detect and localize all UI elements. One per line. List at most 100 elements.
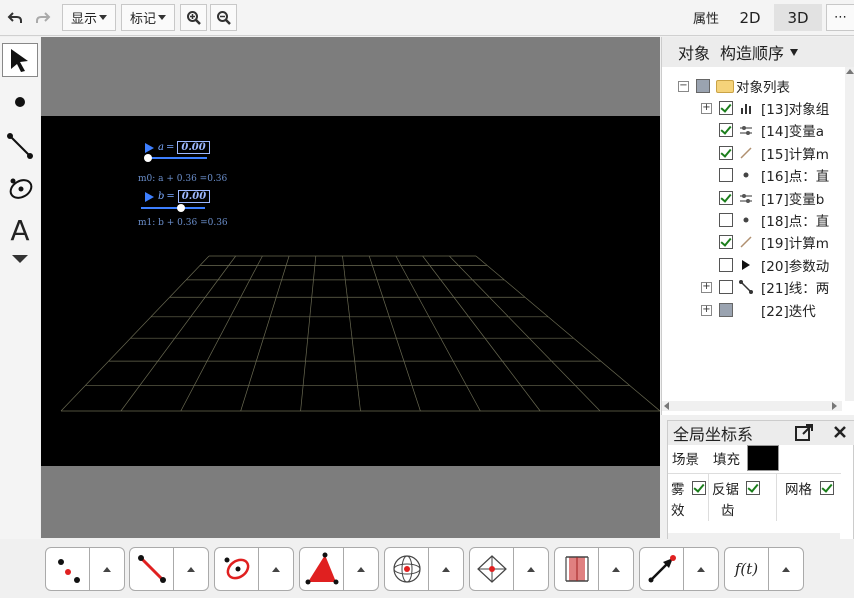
- sphere-tool-icon: [392, 555, 421, 583]
- horizontal-scrollbar[interactable]: [662, 401, 842, 411]
- circle-tool-button[interactable]: [2, 173, 38, 207]
- vector-tool-group[interactable]: [639, 547, 719, 591]
- calc-m1: m1: b + 0.36 =0.36: [138, 218, 228, 228]
- more-tools-button[interactable]: [2, 249, 38, 269]
- visibility-checkbox[interactable]: [719, 123, 733, 138]
- zoom-out-icon: [216, 10, 231, 25]
- tab-properties[interactable]: 属性: [686, 4, 726, 31]
- grid-line: [395, 255, 481, 412]
- function-tool-expand[interactable]: [769, 548, 803, 590]
- text-tool-button[interactable]: A: [2, 213, 38, 247]
- scroll-left-icon[interactable]: [664, 402, 669, 410]
- mark-menu-button[interactable]: 标记: [121, 4, 175, 31]
- point-tool-button[interactable]: [2, 85, 38, 119]
- point-tool-expand[interactable]: [90, 548, 124, 590]
- expand-icon[interactable]: +: [701, 103, 712, 114]
- expand-icon[interactable]: +: [701, 282, 712, 294]
- slider-a-handle[interactable]: [144, 154, 152, 162]
- scroll-up-icon[interactable]: [846, 69, 854, 74]
- visibility-checkbox[interactable]: [719, 213, 733, 227]
- 3d-scene[interactable]: a = 0.00 m0: a + 0.36 =0.36 b = 0.00 m1:…: [41, 116, 660, 466]
- tree-item[interactable]: [17]变量b: [662, 187, 842, 209]
- chevron-down-icon: [99, 15, 107, 20]
- intersect-tool-expand[interactable]: [514, 548, 548, 590]
- segment-tool-button[interactable]: [2, 129, 38, 163]
- zoom-out-button[interactable]: [210, 4, 237, 31]
- slider-a-value-field[interactable]: 0.00: [177, 141, 210, 154]
- antialias-checkbox[interactable]: [746, 481, 760, 495]
- play-icon[interactable]: [145, 191, 154, 202]
- select-tool-button[interactable]: [2, 43, 38, 77]
- slider-b-handle[interactable]: [177, 204, 185, 212]
- play-icon[interactable]: [145, 142, 154, 153]
- tree-item-label: [22]迭代: [761, 303, 816, 320]
- tab-3d[interactable]: 3D: [774, 4, 822, 31]
- tree-item[interactable]: [15]计算m: [662, 142, 842, 164]
- visibility-checkbox[interactable]: [719, 257, 733, 272]
- tree-item[interactable]: + [22]迭代: [662, 299, 842, 321]
- tab-2d[interactable]: 2D: [729, 4, 771, 31]
- properties-panel: 全局坐标系 场景 填充 雾 效 反锯 齿 网格: [667, 420, 854, 548]
- external-link-icon[interactable]: [794, 423, 814, 443]
- chevron-up-icon: [527, 566, 535, 572]
- visibility-checkbox[interactable]: [719, 101, 733, 115]
- tree-item[interactable]: [18]点：直: [662, 209, 842, 231]
- properties-title: 全局坐标系: [673, 425, 754, 444]
- sphere-tool-group[interactable]: [384, 547, 464, 591]
- function-tool-group[interactable]: f(t): [724, 547, 804, 591]
- scene-label: 场景: [672, 452, 699, 468]
- sphere-tool-expand[interactable]: [429, 548, 463, 590]
- intersect-tool-group[interactable]: [469, 547, 549, 591]
- close-icon[interactable]: [833, 425, 847, 439]
- circle-tool-group[interactable]: [214, 547, 294, 591]
- vector-tool-icon: [648, 555, 676, 583]
- graphics-view[interactable]: a = 0.00 m0: a + 0.36 =0.36 b = 0.00 m1:…: [41, 37, 660, 538]
- tree-item[interactable]: [16]点：直: [662, 164, 842, 186]
- order-dropdown[interactable]: 构造顺序: [720, 40, 799, 64]
- slider-b-track[interactable]: [141, 207, 205, 209]
- vertical-scrollbar[interactable]: [845, 67, 854, 401]
- tree-item[interactable]: [14]变量a: [662, 119, 842, 141]
- play-icon: [739, 258, 753, 272]
- collapse-icon[interactable]: −: [678, 81, 689, 92]
- redo-button[interactable]: [32, 4, 54, 31]
- visibility-checkbox[interactable]: [719, 145, 733, 160]
- zoom-in-button[interactable]: [180, 4, 207, 31]
- visibility-checkbox[interactable]: [719, 235, 733, 250]
- vector-tool-expand[interactable]: [684, 548, 718, 590]
- scroll-right-icon[interactable]: [832, 402, 837, 410]
- chevron-up-icon: [612, 566, 620, 572]
- tab-3d-label: 3D: [787, 8, 809, 27]
- expand-icon[interactable]: +: [701, 304, 712, 316]
- slider-b-eq: =: [166, 191, 175, 202]
- tree-root[interactable]: − 对象列表: [662, 75, 842, 97]
- chevron-up-icon: [782, 566, 790, 572]
- slider-a-track[interactable]: [147, 157, 207, 159]
- tree-item[interactable]: + [13]对象组: [662, 97, 842, 119]
- visibility-checkbox[interactable]: [719, 168, 733, 183]
- polygon-tool-group[interactable]: [299, 547, 379, 591]
- circle-tool-expand[interactable]: [259, 548, 293, 590]
- tree-item-label: [14]变量a: [761, 124, 824, 141]
- tree-item[interactable]: [19]计算m: [662, 231, 842, 253]
- slider-b-value-field[interactable]: 0.00: [177, 190, 211, 203]
- visibility-checkbox[interactable]: [719, 190, 733, 205]
- fill-color-swatch[interactable]: [747, 445, 779, 471]
- antialias-label-2: 齿: [721, 503, 735, 519]
- object-panel: 对象 构造顺序 − 对象列表 + [13]对象组 [14]变量a [15]计算m [16…: [661, 37, 854, 415]
- undo-button[interactable]: [4, 4, 26, 31]
- more-button[interactable]: ⋯: [826, 4, 854, 31]
- display-menu-button[interactable]: 显示: [62, 4, 116, 31]
- prism-tool-expand[interactable]: [599, 548, 633, 590]
- line-tool-expand[interactable]: [174, 548, 208, 590]
- tree-item[interactable]: + [21]线：两: [662, 276, 842, 298]
- tree-item[interactable]: [20]参数动: [662, 254, 842, 276]
- visibility-checkbox[interactable]: [719, 280, 733, 295]
- line-tool-group[interactable]: [129, 547, 209, 591]
- grid-checkbox[interactable]: [820, 481, 834, 495]
- grid-line: [449, 255, 601, 412]
- prism-tool-group[interactable]: [554, 547, 634, 591]
- polygon-tool-expand[interactable]: [344, 548, 378, 590]
- point-tool-group[interactable]: [45, 547, 125, 591]
- fog-checkbox[interactable]: [692, 481, 706, 495]
